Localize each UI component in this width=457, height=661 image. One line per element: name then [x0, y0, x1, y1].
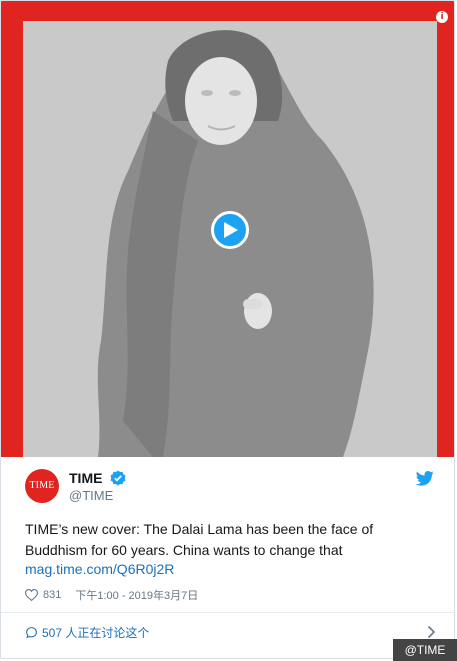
tweet-text: TIME’s new cover: The Dalai Lama has bee… — [25, 521, 374, 558]
twitter-bird-icon[interactable] — [416, 471, 434, 486]
embedded-tweet-card: i TIME TIME @TIME TIME’s new cover: The … — [0, 0, 455, 659]
like-count[interactable]: 831 — [43, 589, 61, 601]
verified-badge-icon — [110, 470, 126, 486]
tweet-link[interactable]: mag.time.com/Q6R0j2R — [25, 561, 174, 577]
info-icon[interactable]: i — [436, 11, 448, 23]
tweet-meta: 831 下午1:00 - 2019年3月7日 — [25, 587, 198, 603]
author-name[interactable]: TIME — [69, 470, 102, 486]
discussion-text: 507 人正在讨论这个 — [42, 626, 150, 640]
play-button[interactable] — [211, 211, 249, 249]
avatar[interactable]: TIME — [25, 469, 59, 503]
comment-bubble-icon — [26, 627, 37, 639]
chevron-right-icon[interactable] — [427, 625, 436, 639]
watermark-label: @TIME — [393, 639, 457, 661]
author-handle[interactable]: @TIME — [69, 488, 113, 503]
tweet-footer[interactable]: 507 人正在讨论这个 — [1, 612, 454, 653]
video-media[interactable]: i — [1, 1, 454, 457]
tweet-timestamp[interactable]: 下午1:00 - 2019年3月7日 — [75, 587, 198, 603]
play-icon — [224, 222, 238, 238]
heart-icon[interactable] — [25, 589, 38, 601]
discussion-link[interactable]: 507 人正在讨论这个 — [25, 624, 149, 641]
